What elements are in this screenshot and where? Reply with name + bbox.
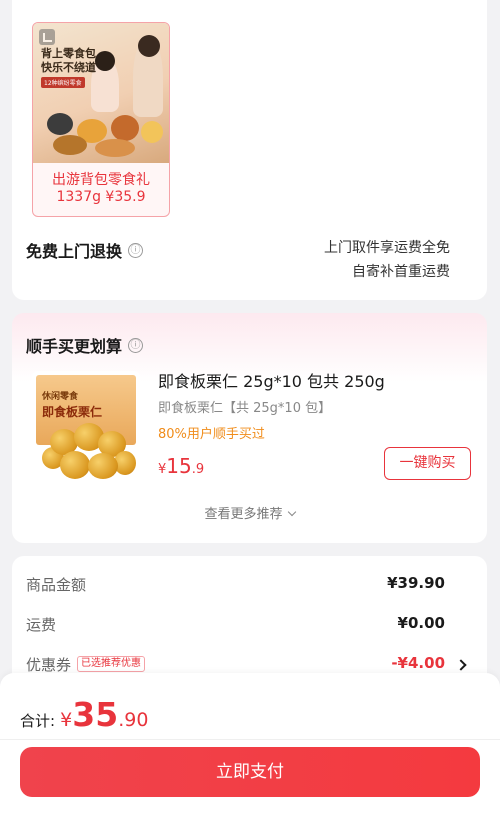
return-service-label: 免费上门退换 xyxy=(26,242,123,261)
snack-pack xyxy=(53,135,87,155)
checkout-bar: 合计: ¥35.90 立即支付 xyxy=(0,673,500,821)
price-integer: 15 xyxy=(166,454,192,478)
total-label: 合计: xyxy=(20,712,56,730)
info-icon[interactable]: ⓘ xyxy=(128,243,144,258)
summary-value: ¥0.00 xyxy=(397,614,445,632)
person-figure xyxy=(133,35,163,117)
snack-pack xyxy=(95,139,135,157)
gift-caption-price: 1337g ¥35.9 xyxy=(56,189,146,205)
gift-item[interactable]: 背上零食包 快乐不绕道 12种缤纷零食 出游背包零食礼 1337g ¥35.9 xyxy=(32,22,170,217)
total-decimal: .90 xyxy=(118,709,149,731)
summary-row-shipping: 运费 ¥0.00 xyxy=(26,614,471,638)
summary-label: 商品金额 xyxy=(26,576,87,594)
return-service-title: 免费上门退换 ⓘ xyxy=(26,238,144,262)
return-desc-line: 上门取件享运费全免 xyxy=(324,240,450,256)
gift-image-text: 快乐不绕道 xyxy=(41,61,96,74)
gift-caption-name: 出游背包零食礼 xyxy=(52,172,150,188)
product-stat: 80%用户顺手买过 xyxy=(158,427,265,442)
recommend-title-label: 顺手买更划算 xyxy=(26,337,123,356)
pay-now-button[interactable]: 立即支付 xyxy=(20,747,480,797)
divider xyxy=(0,739,500,740)
more-recommend-label: 查看更多推荐 xyxy=(204,507,283,522)
chestnut xyxy=(60,451,90,479)
snack-pack xyxy=(47,113,73,135)
return-service-desc: 上门取件享运费全免 自寄补首重运费 xyxy=(324,236,450,284)
info-icon[interactable]: ⓘ xyxy=(128,338,144,353)
recommend-card: 顺手买更划算 ⓘ 休闲零食 即食板栗仁 即食板栗仁 25g*10 包共 250g … xyxy=(12,313,487,543)
recommend-title: 顺手买更划算 ⓘ xyxy=(26,333,144,357)
gift-image: 背上零食包 快乐不绕道 12种缤纷零食 xyxy=(33,23,169,163)
product-name[interactable]: 即食板栗仁 25g*10 包共 250g xyxy=(158,368,385,392)
snack-pack xyxy=(141,121,163,143)
price-decimal: .9 xyxy=(191,462,205,477)
one-click-buy-button[interactable]: 一键购买 xyxy=(384,447,471,480)
gift-image-tag: 12种缤纷零食 xyxy=(41,77,85,88)
box-label: 即食板栗仁 xyxy=(42,405,103,419)
chevron-down-icon xyxy=(287,507,296,517)
total-amount: 合计: ¥35.90 xyxy=(20,695,148,734)
coupon-badge: 已选推荐优惠 xyxy=(77,655,146,672)
gift-return-card: 背上零食包 快乐不绕道 12种缤纷零食 出游背包零食礼 1337g ¥35.9 … xyxy=(12,0,487,300)
summary-label: 优惠券 xyxy=(26,656,72,674)
snack-pack xyxy=(111,115,139,141)
chevron-right-icon[interactable] xyxy=(455,659,467,671)
chestnut xyxy=(88,453,118,479)
summary-label: 运费 xyxy=(26,616,57,634)
summary-value: ¥39.90 xyxy=(387,574,445,592)
product-price: ¥15.9 xyxy=(158,454,204,478)
product-spec: 即食板栗仁【共 25g*10 包】 xyxy=(158,401,332,416)
box-label-small: 休闲零食 xyxy=(42,392,79,402)
summary-value: -¥4.00 xyxy=(391,654,445,672)
more-recommend-link[interactable]: 查看更多推荐 xyxy=(12,503,487,522)
return-desc-line: 自寄补首重运费 xyxy=(352,264,450,280)
expand-icon xyxy=(39,29,55,45)
total-currency: ¥ xyxy=(60,709,73,731)
summary-row-goods: 商品金额 ¥39.90 xyxy=(26,574,471,598)
total-integer: 35 xyxy=(72,695,119,734)
product-image[interactable]: 休闲零食 即食板栗仁 xyxy=(32,371,140,483)
